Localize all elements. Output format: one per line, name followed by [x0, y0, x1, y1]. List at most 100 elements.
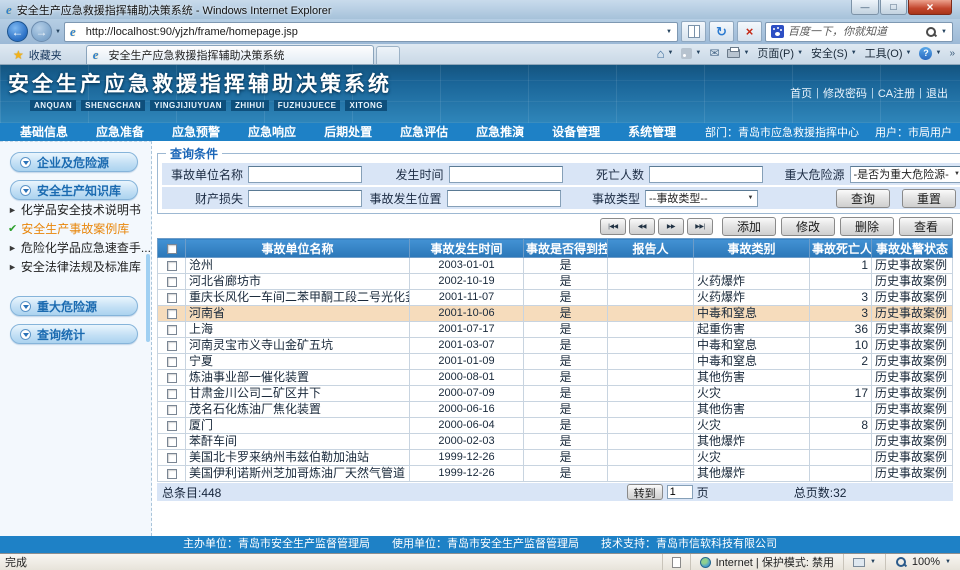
- nav-item[interactable]: 应急准备: [82, 123, 158, 141]
- stop-button[interactable]: [737, 21, 762, 42]
- add-button[interactable]: 添加: [722, 217, 776, 236]
- unit-name-input[interactable]: [248, 166, 362, 183]
- row-checkbox[interactable]: [167, 437, 177, 447]
- search-input[interactable]: [788, 26, 921, 38]
- view-button[interactable]: 查看: [899, 217, 953, 236]
- address-input[interactable]: http://localhost:90/yjzh/frame/homepage.…: [86, 26, 661, 38]
- header-link[interactable]: 修改密码: [821, 85, 869, 101]
- pager-first-button[interactable]: |◀◀: [600, 218, 626, 235]
- sidebar-scrollbar[interactable]: [146, 254, 150, 342]
- table-row[interactable]: 河南省2001-10-06是中毒和窒息3历史事故案例: [158, 306, 953, 322]
- row-checkbox[interactable]: [167, 373, 177, 383]
- safety-menu[interactable]: 安全(S): [811, 45, 857, 61]
- close-button[interactable]: [908, 0, 952, 15]
- death-count-input[interactable]: [649, 166, 763, 183]
- table-row[interactable]: 甘肃金川公司二矿区井下2000-07-09是火灾17历史事故案例: [158, 386, 953, 402]
- sidebar-group[interactable]: 查询统计: [10, 324, 138, 344]
- table-row[interactable]: 河北省廊坊市2002-10-19是火药爆炸历史事故案例: [158, 274, 953, 290]
- print-button[interactable]: [727, 49, 749, 58]
- search-box[interactable]: [765, 22, 953, 42]
- query-button[interactable]: 查询: [836, 189, 890, 208]
- row-checkbox[interactable]: [167, 277, 177, 287]
- table-row[interactable]: 厦门2000-06-04是火灾8历史事故案例: [158, 418, 953, 434]
- feeds-dropdown-icon[interactable]: [695, 50, 701, 56]
- sidebar-item[interactable]: 安全生产事故案例库: [8, 219, 151, 238]
- address-field[interactable]: e http://localhost:90/yjzh/frame/homepag…: [64, 22, 678, 42]
- row-checkbox[interactable]: [167, 293, 177, 303]
- table-row[interactable]: 美国伊利诺斯州芝加哥炼油厂天然气管道1999-12-26是其他爆炸历史事故案例: [158, 466, 953, 482]
- row-checkbox[interactable]: [167, 389, 177, 399]
- row-checkbox[interactable]: [167, 469, 177, 479]
- modify-button[interactable]: 修改: [781, 217, 835, 236]
- row-checkbox[interactable]: [167, 261, 177, 271]
- table-row[interactable]: 上海2001-07-17是起重伤害36历史事故案例: [158, 322, 953, 338]
- table-row[interactable]: 河南灵宝市义寺山金矿五坑2001-03-07是中毒和窒息10历史事故案例: [158, 338, 953, 354]
- select-all-checkbox[interactable]: [167, 244, 177, 254]
- nav-item[interactable]: 后期处置: [310, 123, 386, 141]
- row-checkbox[interactable]: [167, 405, 177, 415]
- forward-button[interactable]: [31, 21, 52, 42]
- table-row[interactable]: 重庆长风化一车间二苯甲酮工段二号光化釜2001-11-07是火药爆炸3历史事故案…: [158, 290, 953, 306]
- address-dropdown-icon[interactable]: [666, 29, 672, 35]
- row-checkbox[interactable]: [167, 309, 177, 319]
- row-checkbox[interactable]: [167, 421, 177, 431]
- property-loss-input[interactable]: [248, 190, 362, 207]
- nav-item[interactable]: 系统管理: [614, 123, 690, 141]
- sidebar-item[interactable]: 危险化学品应急速查手...: [8, 238, 151, 257]
- accident-type-select[interactable]: --事故类型--: [645, 190, 758, 207]
- new-tab-button[interactable]: [376, 46, 400, 64]
- nav-item[interactable]: 应急预警: [158, 123, 234, 141]
- home-button[interactable]: [657, 46, 674, 61]
- table-row[interactable]: 美国北卡罗来纳州韦兹伯勒加油站1999-12-26是火灾历史事故案例: [158, 450, 953, 466]
- feeds-button[interactable]: [681, 48, 701, 59]
- pager-last-button[interactable]: ▶▶|: [687, 218, 713, 235]
- sidebar-item[interactable]: 安全法律法规及标准库: [8, 257, 151, 276]
- goto-page-input[interactable]: [667, 485, 693, 499]
- status-network-segment[interactable]: [843, 554, 885, 570]
- compatibility-view-button[interactable]: [681, 21, 706, 42]
- nav-item[interactable]: 基础信息: [6, 123, 82, 141]
- occur-time-input[interactable]: [449, 166, 563, 183]
- sidebar-group[interactable]: 企业及危险源: [10, 152, 138, 172]
- refresh-button[interactable]: [709, 21, 734, 42]
- row-checkbox[interactable]: [167, 325, 177, 335]
- reset-button[interactable]: 重置: [902, 189, 956, 208]
- help-menu[interactable]: [919, 47, 941, 60]
- delete-button[interactable]: 删除: [840, 217, 894, 236]
- browser-tab[interactable]: e 安全生产应急救援指挥辅助决策系统: [86, 45, 374, 64]
- header-link[interactable]: CA注册: [876, 85, 917, 101]
- nav-item[interactable]: 应急响应: [234, 123, 310, 141]
- recent-pages-icon[interactable]: [55, 29, 61, 35]
- search-icon[interactable]: [925, 26, 937, 38]
- row-checkbox[interactable]: [167, 453, 177, 463]
- sidebar-group[interactable]: 安全生产知识库: [10, 180, 138, 200]
- sidebar-group[interactable]: 重大危险源: [10, 296, 138, 316]
- table-row[interactable]: 炼油事业部一催化装置2000-08-01是其他伤害历史事故案例: [158, 370, 953, 386]
- nav-item[interactable]: 应急评估: [386, 123, 462, 141]
- header-link[interactable]: 退出: [924, 85, 950, 101]
- row-checkbox[interactable]: [167, 357, 177, 367]
- table-row[interactable]: 苯酐车间2000-02-03是其他爆炸历史事故案例: [158, 434, 953, 450]
- page-menu[interactable]: 页面(P): [757, 45, 803, 61]
- toolbar-overflow-icon[interactable]: [949, 48, 955, 59]
- goto-button[interactable]: 转到: [627, 484, 663, 500]
- location-input[interactable]: [447, 190, 561, 207]
- table-row[interactable]: 沧州2003-01-01是1历史事故案例: [158, 258, 953, 274]
- maximize-button[interactable]: [880, 0, 907, 15]
- sidebar-item[interactable]: 化学品安全技术说明书: [8, 200, 151, 219]
- pager-prev-button[interactable]: ◀◀: [629, 218, 655, 235]
- home-dropdown-icon[interactable]: [667, 50, 673, 56]
- back-button[interactable]: [7, 21, 28, 42]
- major-hazard-select[interactable]: -是否为重大危险源-: [850, 166, 960, 183]
- table-row[interactable]: 茂名石化炼油厂焦化装置2000-06-16是其他伤害历史事故案例: [158, 402, 953, 418]
- search-dropdown-icon[interactable]: [941, 29, 947, 35]
- pager-next-button[interactable]: ▶▶: [658, 218, 684, 235]
- zoom-control[interactable]: 100%: [885, 554, 960, 570]
- nav-item[interactable]: 应急推演: [462, 123, 538, 141]
- row-checkbox[interactable]: [167, 341, 177, 351]
- header-link[interactable]: 首页: [788, 85, 814, 101]
- minimize-button[interactable]: [851, 0, 879, 15]
- print-dropdown-icon[interactable]: [743, 50, 749, 56]
- favorites-button[interactable]: 收藏夹: [5, 45, 70, 64]
- tools-menu[interactable]: 工具(O): [865, 45, 912, 61]
